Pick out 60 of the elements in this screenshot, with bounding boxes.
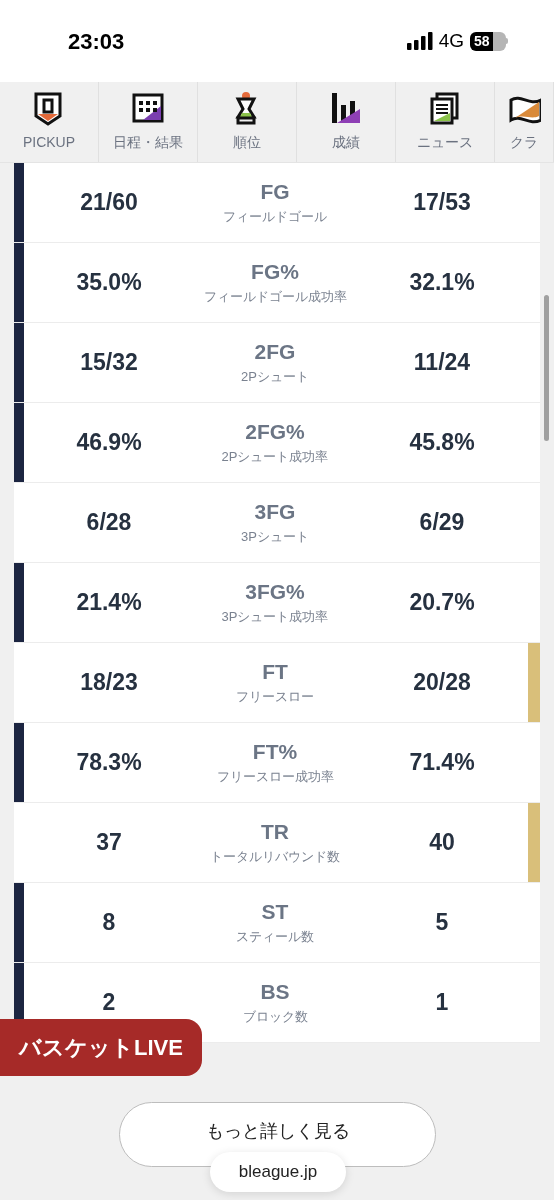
home-value: 8 (102, 908, 116, 938)
home-value: 21.4% (76, 588, 142, 618)
stat-name: FG (260, 178, 290, 205)
document-icon (428, 91, 462, 126)
status-time: 23:03 (68, 27, 125, 56)
stat-name: 3FG% (245, 578, 305, 605)
stat-description: 3Pシュート成功率 (221, 607, 329, 626)
away-value: 71.4% (409, 748, 475, 778)
stat-description: フィールドゴール成功率 (203, 287, 347, 306)
bar-chart-icon (329, 91, 363, 126)
stat-description: フリースロー成功率 (216, 767, 334, 786)
stat-name: BS (260, 978, 290, 1005)
stat-name: ST (261, 898, 289, 925)
away-value: 5 (435, 908, 449, 938)
stat-name: FT (262, 658, 288, 685)
calendar-icon (131, 91, 165, 126)
home-value: 2 (102, 988, 116, 1018)
home-value: 37 (96, 828, 122, 858)
stat-description: トータルリバウンド数 (210, 847, 340, 866)
stat-description: スティール数 (236, 927, 314, 946)
nav-tab[interactable]: 順位 (198, 82, 297, 162)
stat-name: 2FG (254, 338, 296, 365)
nav-tab[interactable]: 日程・結果 (99, 82, 198, 162)
away-value: 1 (435, 988, 449, 1018)
stat-description: フィールドゴール (223, 207, 327, 226)
stat-description: 2Pシュート成功率 (221, 447, 329, 466)
away-value: 20.7% (409, 588, 475, 618)
away-value: 17/53 (413, 188, 471, 218)
home-value: 15/32 (80, 348, 138, 378)
home-value: 18/23 (80, 668, 138, 698)
home-value: 6/28 (86, 508, 132, 538)
stat-description: 2Pシュート (241, 367, 309, 386)
url-pill[interactable]: bleague.jp (210, 1152, 346, 1192)
nav-tab[interactable]: 成績 (297, 82, 396, 162)
network-label: 4G (438, 28, 464, 53)
away-value: 6/29 (419, 508, 465, 538)
scrollbar[interactable] (544, 295, 549, 441)
nav-tab[interactable]: PICKUP (0, 82, 99, 162)
away-value: 20/28 (413, 668, 471, 698)
stat-description: ブロック数 (242, 1007, 308, 1026)
stat-name: 3FG (254, 498, 296, 525)
stat-name: FT% (252, 738, 298, 765)
battery-indicator: 58 (470, 31, 508, 51)
nav-tab[interactable]: ニュース (396, 82, 495, 162)
home-value: 35.0% (76, 268, 142, 298)
stat-description: 3Pシュート (241, 527, 309, 546)
live-button[interactable]: バスケットLIVE (0, 1019, 202, 1076)
signal-icon (406, 32, 433, 50)
stat-name: FG% (251, 258, 299, 285)
away-value: 45.8% (409, 428, 475, 458)
home-value: 46.9% (76, 428, 142, 458)
stat-name: TR (261, 818, 289, 845)
stat-description: フリースロー (236, 687, 314, 706)
nav-tab[interactable]: クラ (495, 82, 554, 162)
stat-name: 2FG% (245, 418, 305, 445)
away-value: 11/24 (413, 348, 471, 378)
home-value: 78.3% (76, 748, 142, 778)
home-value: 21/60 (80, 188, 138, 218)
away-value: 32.1% (409, 268, 475, 298)
away-value: 40 (429, 828, 455, 858)
